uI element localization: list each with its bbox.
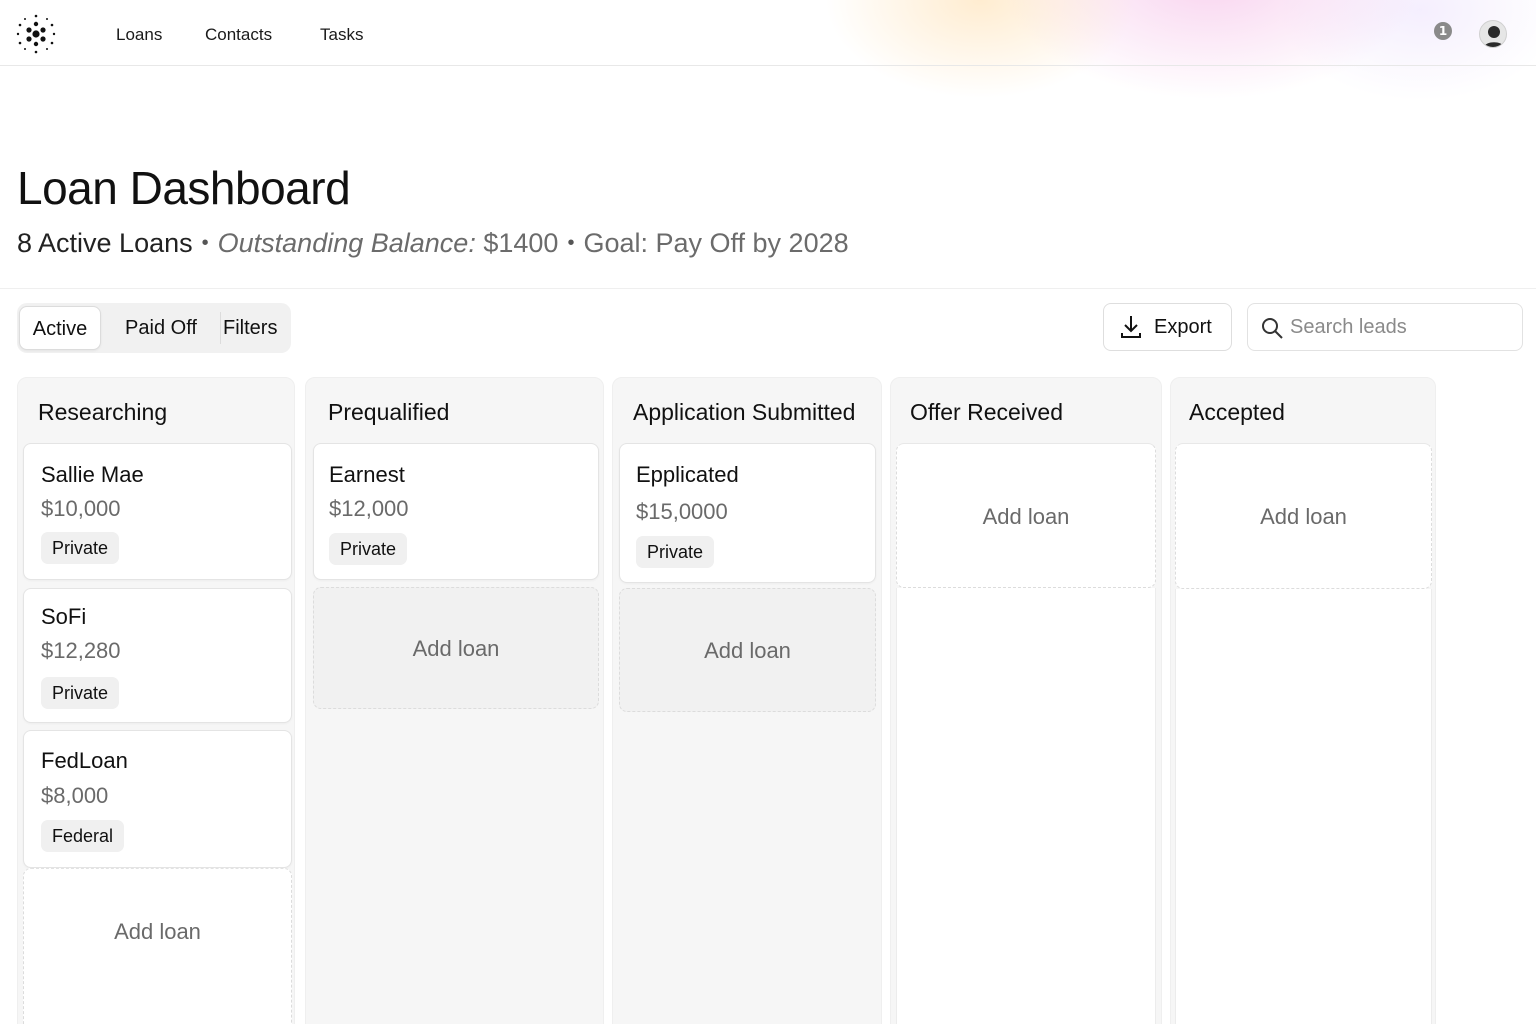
column-title: Researching <box>38 399 168 425</box>
add-loan-button[interactable]: Add loan <box>896 443 1156 588</box>
user-avatar-icon[interactable] <box>1479 20 1507 48</box>
loan-card[interactable]: FedLoan $8,000 Federal <box>23 730 292 868</box>
top-nav: Loans Contacts Tasks 1 <box>0 0 1536 66</box>
balance-value: $1400 <box>483 228 559 258</box>
export-button[interactable]: Export <box>1103 303 1232 351</box>
loan-card[interactable]: Sallie Mae $10,000 Private <box>23 443 292 580</box>
column-body <box>1175 589 1432 1024</box>
tab-active[interactable]: Active <box>19 306 101 350</box>
active-loan-count: 8 Active Loans <box>17 228 193 258</box>
page-subtitle: 8 Active Loans • Outstanding Balance: $140… <box>17 228 849 259</box>
loan-type-tag: Private <box>41 532 120 564</box>
separator-dot: • <box>567 232 575 254</box>
nav-tasks[interactable]: Tasks <box>320 25 363 45</box>
loan-card[interactable]: Epplicated $15,0000 Private <box>619 443 876 583</box>
add-loan-button[interactable]: Add loan <box>1175 443 1432 589</box>
balance-label: Outstanding Balance: <box>217 228 476 258</box>
add-loan-button[interactable]: Add loan <box>23 868 292 1024</box>
loan-type-tag: Private <box>329 533 408 565</box>
separator-dot: • <box>201 232 209 254</box>
loan-amount: $12,280 <box>41 638 121 663</box>
loan-type-tag: Federal <box>41 820 125 852</box>
loan-amount: $12,000 <box>329 496 409 521</box>
header-divider <box>0 288 1536 289</box>
export-label: Export <box>1154 316 1212 338</box>
column-accepted: Accepted Add loan <box>1170 377 1436 1024</box>
column-prequalified: Prequalified Earnest $12,000 Private Add… <box>305 377 604 1024</box>
add-loan-button[interactable]: Add loan <box>619 588 876 712</box>
loan-amount: $8,000 <box>41 783 109 808</box>
loan-name: Sallie Mae <box>41 462 144 487</box>
column-title: Prequalified <box>328 399 450 425</box>
nav-loans[interactable]: Loans <box>116 25 162 45</box>
loan-type-tag: Private <box>636 536 715 568</box>
search-input[interactable] <box>1290 312 1510 342</box>
loan-name: SoFi <box>41 604 87 629</box>
view-tabs: Active Paid Off Filters <box>17 303 291 353</box>
column-application-submitted: Application Submitted Epplicated $15,000… <box>612 377 882 1024</box>
goal-text: Goal: Pay Off by 2028 <box>583 228 849 258</box>
column-title: Accepted <box>1189 399 1285 425</box>
loan-amount: $15,0000 <box>636 499 728 524</box>
search-field[interactable] <box>1247 303 1523 351</box>
column-offer-received: Offer Received Add loan <box>890 377 1162 1024</box>
loan-name: Earnest <box>329 462 405 487</box>
column-title: Application Submitted <box>633 399 856 425</box>
loan-type-tag: Private <box>41 677 120 709</box>
column-body <box>896 588 1156 1024</box>
column-researching: Researching Sallie Mae $10,000 Private S… <box>17 377 295 1024</box>
loan-amount: $10,000 <box>41 496 121 521</box>
loan-card[interactable]: Earnest $12,000 Private <box>313 443 599 580</box>
tab-paid-off[interactable]: Paid Off <box>105 306 217 350</box>
download-icon <box>1121 316 1141 338</box>
search-icon <box>1262 318 1283 339</box>
column-title: Offer Received <box>910 399 1063 425</box>
loan-name: Epplicated <box>636 462 739 487</box>
page-title: Loan Dashboard <box>17 162 351 214</box>
tab-separator <box>220 312 221 344</box>
tab-filters[interactable]: Filters <box>223 306 277 350</box>
loan-name: FedLoan <box>41 748 128 773</box>
add-loan-button[interactable]: Add loan <box>313 587 599 709</box>
loan-card[interactable]: SoFi $12,280 Private <box>23 588 292 723</box>
dotted-circle-logo-icon[interactable] <box>14 12 58 56</box>
nav-contacts[interactable]: Contacts <box>205 25 272 45</box>
notification-badge-icon[interactable]: 1 <box>1434 22 1452 40</box>
